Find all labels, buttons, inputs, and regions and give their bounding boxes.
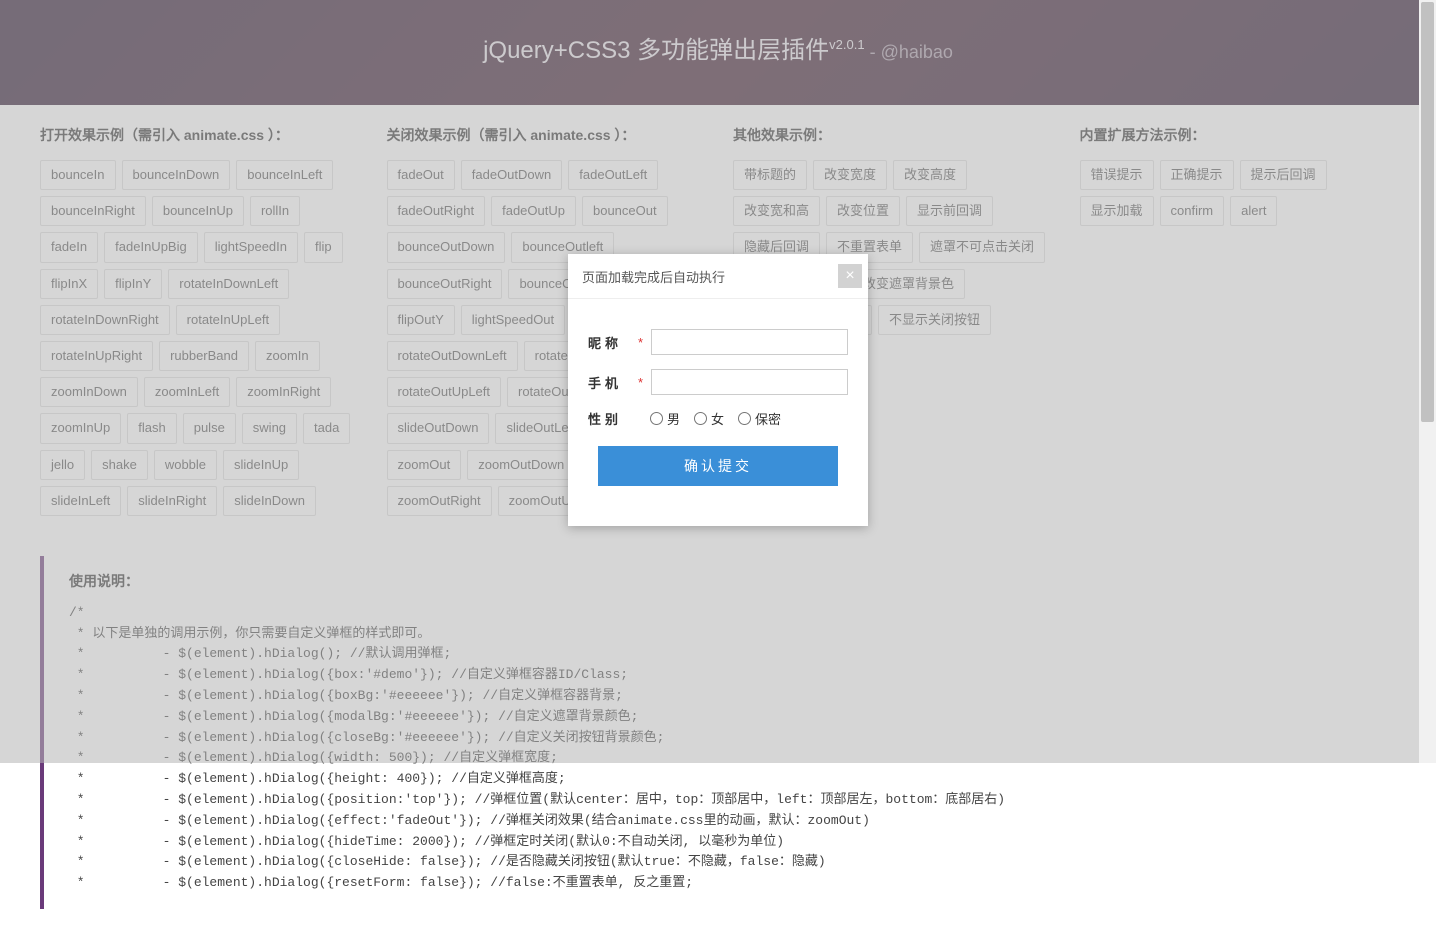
close-icon[interactable]: × <box>838 264 862 288</box>
modal-title: 页面加载完成后自动执行 <box>582 267 725 286</box>
gender-male-radio[interactable] <box>650 412 663 425</box>
gender-secret-radio[interactable] <box>738 412 751 425</box>
scrollbar-thumb[interactable] <box>1421 2 1434 422</box>
modal-dialog: 页面加载完成后自动执行 × 昵称 * 手机 * 性别 男 女 保密 确认提交 <box>568 254 868 526</box>
gender-label: 性别 <box>588 409 638 428</box>
submit-button[interactable]: 确认提交 <box>598 446 838 486</box>
phone-label: 手机 <box>588 373 638 392</box>
nickname-field[interactable] <box>651 329 848 355</box>
gender-female-radio[interactable] <box>694 412 707 425</box>
phone-field[interactable] <box>651 369 848 395</box>
modal-header: 页面加载完成后自动执行 × <box>568 254 868 299</box>
nickname-label: 昵称 <box>588 333 638 352</box>
scrollbar[interactable] <box>1419 0 1436 763</box>
modal-body: 昵称 * 手机 * 性别 男 女 保密 确认提交 <box>568 299 868 526</box>
